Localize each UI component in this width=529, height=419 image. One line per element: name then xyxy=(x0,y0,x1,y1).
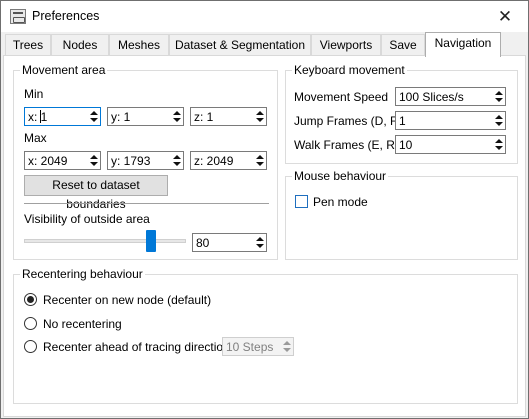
spin-arrows-icon[interactable] xyxy=(88,153,99,168)
text-caret xyxy=(40,110,41,123)
recentering-group: Recentering behaviour Recenter on new no… xyxy=(13,267,518,404)
jump-frames-label: Jump Frames (D, F) xyxy=(294,114,402,128)
spin-arrows-icon[interactable] xyxy=(493,113,504,128)
movement-speed-value: 100 Slices/s xyxy=(399,90,464,104)
walk-frames-spinbox[interactable]: 10 xyxy=(395,135,506,154)
tab-save[interactable]: Save xyxy=(381,34,425,56)
spin-arrows-icon[interactable] xyxy=(493,89,504,104)
walk-frames-value: 10 xyxy=(399,138,413,152)
keyboard-movement-title: Keyboard movement xyxy=(292,63,407,77)
mouse-behaviour-group: Mouse behaviour Pen mode xyxy=(285,169,518,260)
recenter-ahead-radio[interactable] xyxy=(24,340,37,353)
recenter-on-new-node-label[interactable]: Recenter on new node (default) xyxy=(43,293,211,307)
max-x-value: x: 2049 xyxy=(28,154,68,168)
visibility-spinbox[interactable]: 80 xyxy=(192,233,267,252)
max-y-spinbox[interactable]: y: 1793 xyxy=(107,151,184,170)
min-y-spinbox[interactable]: y: 1 xyxy=(107,107,184,126)
spin-arrows-icon[interactable] xyxy=(281,339,292,354)
spin-arrows-icon[interactable] xyxy=(493,137,504,152)
max-label: Max xyxy=(24,131,47,145)
title-bar: Preferences ✕ xyxy=(1,1,528,32)
max-x-spinbox[interactable]: x: 2049 xyxy=(24,151,101,170)
keyboard-movement-group: Keyboard movement Movement Speed 100 Sli… xyxy=(285,63,518,164)
no-recentering-radio[interactable] xyxy=(24,317,37,330)
min-z-spinbox[interactable]: z: 1 xyxy=(190,107,267,126)
max-z-value: z: 2049 xyxy=(194,154,234,168)
tab-dataset-segmentation[interactable]: Dataset & Segmentation xyxy=(169,34,311,56)
visibility-value: 80 xyxy=(196,236,210,250)
pen-mode-label[interactable]: Pen mode xyxy=(313,195,368,209)
recenter-steps-value: 10 Steps xyxy=(226,340,274,354)
reset-boundaries-button[interactable]: Reset to dataset boundaries xyxy=(24,175,168,211)
separator xyxy=(24,203,269,204)
jump-frames-spinbox[interactable]: 1 xyxy=(395,111,506,130)
max-z-spinbox[interactable]: z: 2049 xyxy=(190,151,267,170)
min-x-spinbox[interactable]: x: 1 xyxy=(24,107,101,126)
preferences-window: Preferences ✕ Trees Nodes Meshes Dataset… xyxy=(0,0,529,419)
app-icon xyxy=(10,9,26,24)
movement-area-group: Movement area Min x: 1 y: 1 z: 1 Max x: … xyxy=(13,63,278,260)
recentering-title: Recentering behaviour xyxy=(20,267,145,281)
tab-nodes[interactable]: Nodes xyxy=(51,34,109,56)
spin-arrows-icon[interactable] xyxy=(254,109,265,124)
recenter-on-new-node-radio[interactable] xyxy=(24,293,37,306)
visibility-label: Visibility of outside area xyxy=(24,212,150,226)
navigation-panel: Movement area Min x: 1 y: 1 z: 1 Max x: … xyxy=(3,55,526,417)
visibility-slider-track[interactable] xyxy=(24,239,186,243)
min-label: Min xyxy=(24,87,44,101)
movement-area-title: Movement area xyxy=(20,63,108,77)
min-y-value: y: 1 xyxy=(111,110,131,124)
movement-speed-spinbox[interactable]: 100 Slices/s xyxy=(395,87,506,106)
max-y-value: y: 1793 xyxy=(111,154,151,168)
tab-bar: Trees Nodes Meshes Dataset & Segmentatio… xyxy=(3,32,528,57)
walk-frames-label: Walk Frames (E, R) xyxy=(294,138,399,152)
no-recentering-label[interactable]: No recentering xyxy=(43,317,122,331)
spin-arrows-icon[interactable] xyxy=(171,109,182,124)
mouse-behaviour-title: Mouse behaviour xyxy=(292,169,389,183)
recenter-steps-spinbox[interactable]: 10 Steps xyxy=(222,337,294,356)
jump-frames-value: 1 xyxy=(399,114,406,128)
spin-arrows-icon[interactable] xyxy=(171,153,182,168)
spin-arrows-icon[interactable] xyxy=(88,109,99,124)
movement-speed-label: Movement Speed xyxy=(294,90,389,104)
close-button[interactable]: ✕ xyxy=(482,1,528,32)
min-x-value: x: 1 xyxy=(28,110,48,124)
min-z-value: z: 1 xyxy=(194,110,214,124)
spin-arrows-icon[interactable] xyxy=(254,153,265,168)
tab-navigation[interactable]: Navigation xyxy=(425,32,501,57)
tab-meshes[interactable]: Meshes xyxy=(109,34,169,56)
tab-viewports[interactable]: Viewports xyxy=(311,34,381,56)
pen-mode-checkbox[interactable] xyxy=(295,195,308,208)
spin-arrows-icon[interactable] xyxy=(254,235,265,250)
visibility-slider-handle[interactable] xyxy=(145,230,156,252)
window-title: Preferences xyxy=(32,9,100,23)
recenter-ahead-label[interactable]: Recenter ahead of tracing direction xyxy=(43,340,230,354)
tab-trees[interactable]: Trees xyxy=(5,34,51,56)
